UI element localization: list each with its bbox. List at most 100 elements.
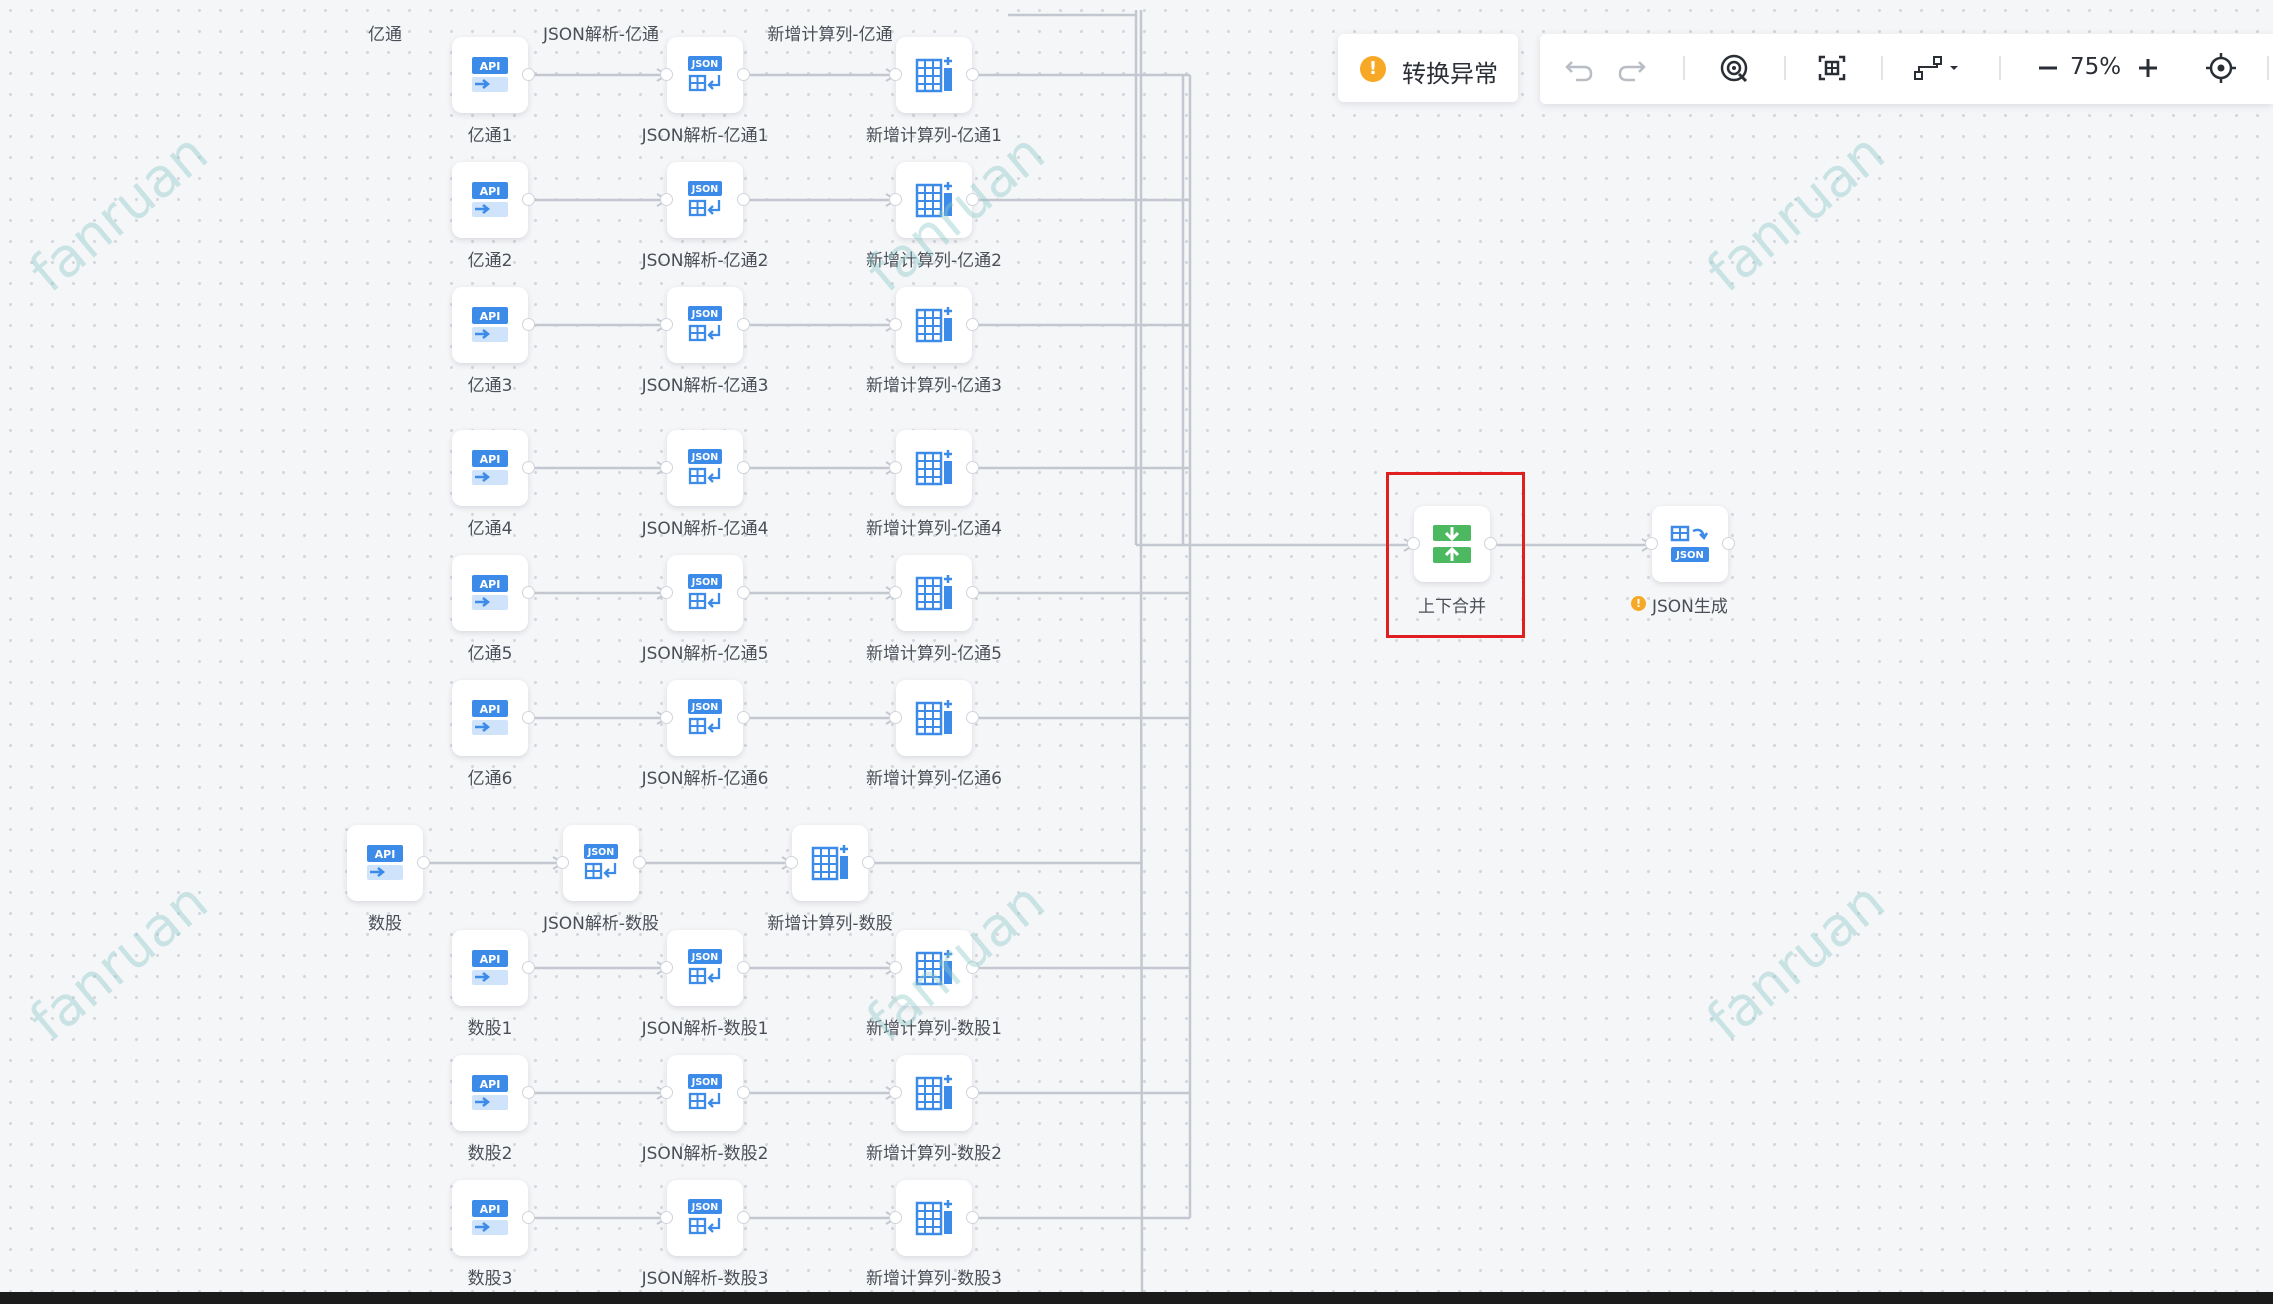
- json-parse-icon: JSON: [688, 1074, 722, 1110]
- add-calc-column-icon: [915, 307, 952, 343]
- json-node-label: JSON解析-数股1: [641, 1019, 769, 1039]
- calc-node[interactable]: [889, 37, 979, 113]
- api-node[interactable]: API: [452, 555, 535, 631]
- svg-text:API: API: [480, 1203, 501, 1216]
- preview-icon[interactable]: [1715, 50, 1753, 86]
- zoom-out-icon[interactable]: [2033, 50, 2063, 86]
- svg-text:JSON: JSON: [691, 1077, 718, 1088]
- calc-node[interactable]: [889, 430, 979, 506]
- api-node[interactable]: API: [347, 825, 430, 901]
- json-node-label: JSON解析-亿通1: [641, 126, 769, 146]
- layout-icon[interactable]: [1910, 50, 1962, 86]
- calc-node[interactable]: [889, 162, 979, 238]
- bus-line: [1139, 544, 1144, 1293]
- api-node[interactable]: API: [452, 287, 535, 363]
- api-node[interactable]: API: [452, 430, 535, 506]
- api-node-label: 数股2: [467, 1144, 513, 1164]
- svg-text:JSON: JSON: [587, 847, 614, 858]
- conversion-status-button[interactable]: ! 转换异常: [1338, 34, 1518, 102]
- json-node-label: JSON解析-亿通6: [641, 769, 769, 789]
- json-node[interactable]: JSON: [556, 825, 646, 901]
- json-node[interactable]: JSON: [660, 680, 750, 756]
- api-node[interactable]: API: [452, 37, 535, 113]
- json-node[interactable]: JSON: [660, 162, 750, 238]
- api-node[interactable]: API: [452, 162, 535, 238]
- fit-screen-icon[interactable]: [1813, 50, 1851, 86]
- merge-node-label: 上下合并: [1418, 597, 1486, 617]
- json-generate-warning-icon: !: [1631, 596, 1646, 611]
- svg-text:JSON: JSON: [691, 309, 718, 320]
- flow-canvas[interactable]: [0, 0, 2273, 1304]
- svg-text:JSON: JSON: [691, 577, 718, 588]
- calc-node-label: 新增计算列-数股2: [866, 1144, 1002, 1164]
- api-node[interactable]: API: [452, 1055, 535, 1131]
- add-calc-column-icon: [915, 450, 952, 486]
- api-node-label: 数股3: [467, 1269, 513, 1289]
- svg-text:JSON: JSON: [1675, 550, 1704, 561]
- conversion-status-text: 转换异常: [1402, 60, 1498, 88]
- zoom-level: 75%: [2070, 54, 2122, 80]
- json-node[interactable]: JSON: [660, 555, 750, 631]
- json-node[interactable]: JSON: [660, 1055, 750, 1131]
- calc-node-label: 新增计算列-亿通2: [866, 251, 1002, 271]
- api-node-label: 亿通2: [467, 251, 513, 271]
- warning-icon: !: [1360, 56, 1386, 82]
- json-parse-icon: JSON: [688, 949, 722, 985]
- api-node[interactable]: API: [452, 1180, 535, 1256]
- svg-text:API: API: [480, 60, 501, 73]
- api-input-icon: API: [472, 450, 508, 485]
- api-node-label: 亿通3: [467, 376, 513, 396]
- json-node[interactable]: JSON: [660, 930, 750, 1006]
- api-input-icon: API: [472, 1075, 508, 1110]
- json-node-label: JSON解析-数股: [542, 914, 660, 934]
- json-generate-node-label: JSON生成: [1652, 597, 1728, 617]
- node-label-top-json: JSON解析-亿通: [542, 25, 660, 45]
- add-calc-column-icon: [915, 575, 952, 611]
- add-calc-column-icon: [915, 182, 952, 218]
- redo-icon[interactable]: [1613, 50, 1651, 86]
- json-node[interactable]: JSON: [660, 287, 750, 363]
- svg-text:JSON: JSON: [691, 952, 718, 963]
- json-node-label: JSON解析-亿通5: [641, 644, 769, 664]
- api-node[interactable]: API: [452, 930, 535, 1006]
- api-node[interactable]: API: [452, 680, 535, 756]
- json-parse-icon: JSON: [688, 56, 722, 92]
- calc-node[interactable]: [889, 287, 979, 363]
- svg-text:API: API: [480, 310, 501, 323]
- json-parse-icon: JSON: [688, 449, 722, 485]
- svg-text:API: API: [375, 848, 396, 861]
- json-node[interactable]: JSON: [660, 430, 750, 506]
- api-input-icon: API: [472, 950, 508, 985]
- json-node-label: JSON解析-数股3: [641, 1269, 769, 1289]
- zoom-in-icon[interactable]: [2133, 50, 2163, 86]
- json-parse-icon: JSON: [688, 699, 722, 735]
- calc-node-label: 新增计算列-数股3: [866, 1269, 1002, 1289]
- json-parse-icon: JSON: [688, 1199, 722, 1235]
- calc-node[interactable]: [889, 930, 979, 1006]
- locate-icon[interactable]: [2202, 50, 2240, 86]
- merge-node[interactable]: [1407, 506, 1497, 582]
- json-parse-icon: JSON: [688, 181, 722, 217]
- json-parse-icon: JSON: [584, 844, 618, 880]
- api-node-label: 亿通6: [467, 769, 513, 789]
- api-node-label: 亿通5: [467, 644, 513, 664]
- calc-node[interactable]: [889, 1180, 979, 1256]
- json-node[interactable]: JSON: [660, 1180, 750, 1256]
- api-node-label: 亿通4: [467, 519, 513, 539]
- canvas-toolbar: 75%: [1540, 34, 2273, 104]
- api-input-icon: API: [472, 57, 508, 92]
- api-input-icon: API: [472, 182, 508, 217]
- json-node-label: JSON解析-亿通4: [641, 519, 769, 539]
- undo-icon[interactable]: [1560, 50, 1598, 86]
- calc-node[interactable]: [785, 825, 875, 901]
- json-node-label: JSON解析-数股2: [641, 1144, 769, 1164]
- json-node[interactable]: JSON: [660, 37, 750, 113]
- svg-text:API: API: [480, 185, 501, 198]
- api-input-icon: API: [472, 1200, 508, 1235]
- svg-text:API: API: [480, 703, 501, 716]
- calc-node[interactable]: [889, 680, 979, 756]
- calc-node[interactable]: [889, 555, 979, 631]
- json-generate-node[interactable]: JSON: [1645, 506, 1735, 582]
- json-node-label: JSON解析-亿通2: [641, 251, 769, 271]
- calc-node[interactable]: [889, 1055, 979, 1131]
